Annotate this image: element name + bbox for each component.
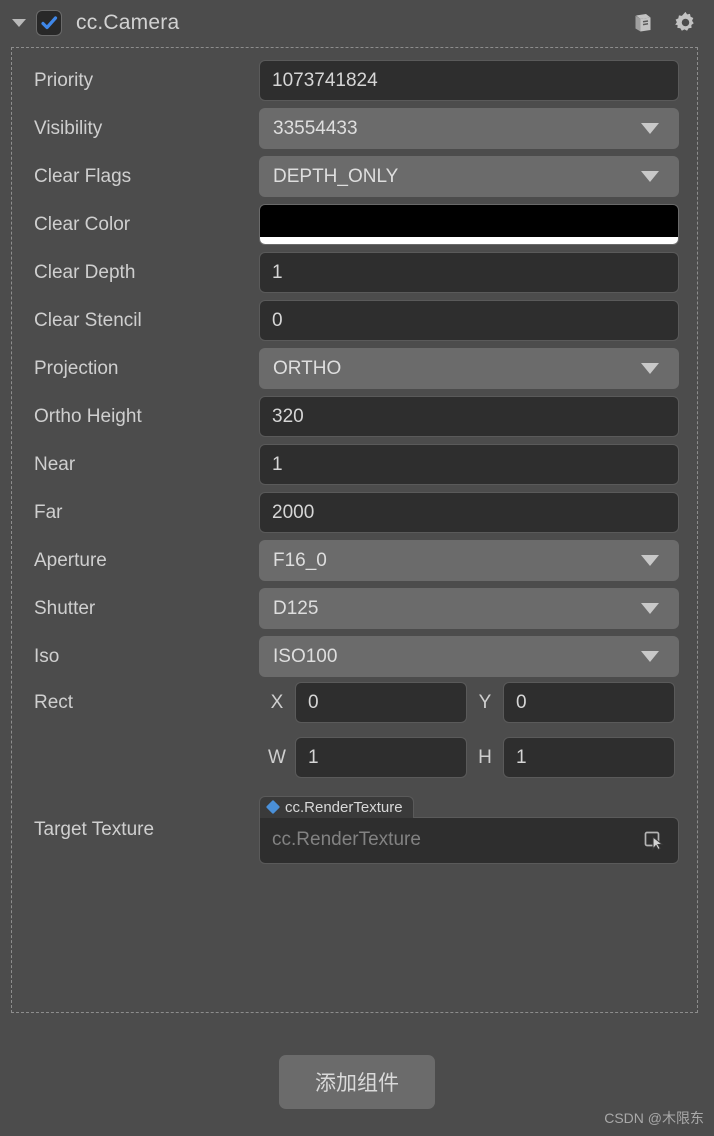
- iso-dropdown[interactable]: ISO100: [259, 636, 679, 677]
- book-icon[interactable]: [628, 8, 658, 38]
- field-area: 320: [259, 396, 679, 437]
- rect-line-xy: X 0 Y 0: [259, 682, 679, 723]
- field-area: [259, 204, 679, 245]
- visibility-dropdown[interactable]: 33554433: [259, 108, 679, 149]
- target-texture-placeholder: cc.RenderTexture: [272, 829, 421, 850]
- rect-w-label: W: [268, 746, 286, 768]
- dropdown-value: DEPTH_ONLY: [273, 165, 399, 187]
- far-input[interactable]: 2000: [259, 492, 679, 533]
- chevron-down-icon: [641, 171, 659, 182]
- chevron-down-icon[interactable]: [12, 18, 26, 27]
- property-row-ortho-height: Ortho Height 320: [12, 394, 697, 439]
- property-row-clear-depth: Clear Depth 1: [12, 250, 697, 295]
- select-node-icon[interactable]: [638, 825, 668, 855]
- property-label: Clear Flags: [34, 165, 132, 187]
- field-area: 0: [259, 300, 679, 341]
- field-area: ISO100: [259, 636, 679, 677]
- field-area: ORTHO: [259, 348, 679, 389]
- property-row-iso: Iso ISO100: [12, 634, 697, 679]
- properties-panel: Priority 1073741824 Visibility 33554433 …: [11, 47, 698, 1013]
- property-label: Clear Depth: [34, 261, 136, 283]
- color-swatch-alpha: [260, 237, 678, 244]
- priority-input[interactable]: 1073741824: [259, 60, 679, 101]
- property-label: Clear Color: [34, 213, 131, 235]
- property-row-clear-stencil: Clear Stencil 0: [12, 298, 697, 343]
- field-area: D125: [259, 588, 679, 629]
- rect-y-input[interactable]: 0: [503, 682, 675, 723]
- component-title: cc.Camera: [76, 10, 180, 34]
- rect-x-input[interactable]: 0: [295, 682, 467, 723]
- shutter-dropdown[interactable]: D125: [259, 588, 679, 629]
- dropdown-value: ISO100: [273, 645, 338, 667]
- field-area: 1: [259, 252, 679, 293]
- target-texture-type-badge: cc.RenderTexture: [259, 795, 414, 818]
- property-label: Aperture: [34, 549, 107, 571]
- near-input[interactable]: 1: [259, 444, 679, 485]
- rect-line-wh: W 1 H 1: [259, 737, 679, 778]
- property-label: Near: [34, 453, 76, 475]
- dropdown-value: F16_0: [273, 549, 327, 571]
- field-area: F16_0: [259, 540, 679, 581]
- chevron-down-icon: [641, 555, 659, 566]
- clear-color-swatch[interactable]: [259, 204, 679, 245]
- property-row-clear-flags: Clear Flags DEPTH_ONLY: [12, 154, 697, 199]
- property-row-rect: Rect X 0 Y 0 W 1 H 1: [12, 682, 697, 778]
- aperture-dropdown[interactable]: F16_0: [259, 540, 679, 581]
- field-area: 1073741824: [259, 60, 679, 101]
- gear-icon[interactable]: [670, 8, 700, 38]
- chevron-down-icon: [641, 363, 659, 374]
- property-row-projection: Projection ORTHO: [12, 346, 697, 391]
- field-area: 2000: [259, 492, 679, 533]
- add-component-button[interactable]: 添加组件: [279, 1055, 435, 1109]
- clear-stencil-input[interactable]: 0: [259, 300, 679, 341]
- chevron-down-icon: [641, 123, 659, 134]
- property-row-visibility: Visibility 33554433: [12, 106, 697, 151]
- property-row-aperture: Aperture F16_0: [12, 538, 697, 583]
- add-component-area: 添加组件: [0, 1055, 714, 1109]
- property-label: Iso: [34, 645, 60, 667]
- property-row-priority: Priority 1073741824: [12, 58, 697, 103]
- badge-label: cc.RenderTexture: [285, 798, 403, 816]
- clear-depth-input[interactable]: 1: [259, 252, 679, 293]
- target-texture-wrap: cc.RenderTexture cc.RenderTexture: [259, 795, 679, 864]
- property-label: Clear Stencil: [34, 309, 142, 331]
- rect-h-label: H: [478, 746, 492, 768]
- property-label: Projection: [34, 357, 119, 379]
- dropdown-value: D125: [273, 597, 319, 619]
- dropdown-value: ORTHO: [273, 357, 342, 379]
- target-texture-field[interactable]: cc.RenderTexture: [259, 816, 679, 864]
- property-label: Shutter: [34, 597, 96, 619]
- property-label: Visibility: [34, 117, 103, 139]
- property-label: Target Texture: [34, 818, 155, 840]
- dropdown-value: 33554433: [273, 117, 358, 139]
- property-label: Priority: [34, 69, 94, 91]
- component-header: cc.Camera: [0, 0, 714, 45]
- field-area: 1: [259, 444, 679, 485]
- property-label: Ortho Height: [34, 405, 142, 427]
- rect-grid: X 0 Y 0 W 1 H 1: [259, 682, 679, 778]
- check-icon: [41, 15, 58, 29]
- rect-w-input[interactable]: 1: [295, 737, 467, 778]
- property-label: Far: [34, 501, 63, 523]
- rect-y-label: Y: [478, 691, 492, 713]
- rect-h-input[interactable]: 1: [503, 737, 675, 778]
- chevron-down-icon: [641, 603, 659, 614]
- component-enabled-checkbox[interactable]: [36, 9, 62, 36]
- chevron-down-icon: [641, 651, 659, 662]
- property-label: Rect: [34, 692, 74, 713]
- color-swatch-fill: [260, 205, 678, 237]
- property-row-clear-color: Clear Color: [12, 202, 697, 247]
- rect-x-label: X: [270, 691, 284, 713]
- clear-flags-dropdown[interactable]: DEPTH_ONLY: [259, 156, 679, 197]
- property-row-target-texture: Target Texture cc.RenderTexture cc.Rende…: [12, 782, 697, 877]
- property-row-far: Far 2000: [12, 490, 697, 535]
- property-row-near: Near 1: [12, 442, 697, 487]
- projection-dropdown[interactable]: ORTHO: [259, 348, 679, 389]
- watermark: CSDN @木限东: [604, 1110, 704, 1126]
- field-area: DEPTH_ONLY: [259, 156, 679, 197]
- property-row-shutter: Shutter D125: [12, 586, 697, 631]
- asset-diamond-icon: [265, 799, 281, 815]
- ortho-height-input[interactable]: 320: [259, 396, 679, 437]
- field-area: 33554433: [259, 108, 679, 149]
